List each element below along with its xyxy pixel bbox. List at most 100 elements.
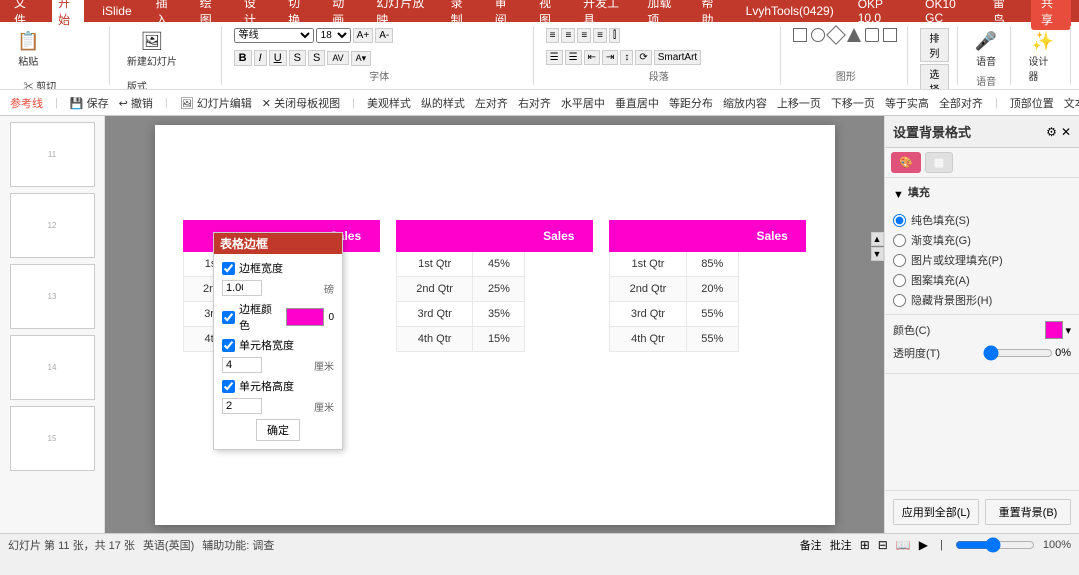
fill-hide-radio[interactable] — [893, 294, 906, 307]
fill-solid-option[interactable]: 纯色填充(S) — [893, 212, 1071, 228]
shape-square[interactable] — [883, 28, 897, 42]
save-btn[interactable]: 💾 保存 — [66, 94, 113, 112]
color-swatch[interactable] — [1045, 321, 1063, 339]
fill-tab-btn[interactable]: 🎨 — [891, 152, 921, 173]
distribute-btn[interactable]: 等距分布 — [665, 94, 717, 112]
char-spacing-button[interactable]: AV — [327, 51, 348, 65]
texture-tab-btn[interactable]: ▦ — [925, 152, 953, 173]
border-width-checkbox[interactable] — [222, 262, 235, 275]
shape-diamond[interactable] — [826, 25, 846, 45]
equal-height-btn[interactable]: 等于实高 — [881, 94, 933, 112]
cell-width-input[interactable] — [222, 357, 262, 373]
zoom-slider[interactable] — [955, 537, 1035, 553]
close-master-btn[interactable]: ✕ 关闭母板视图 — [258, 94, 344, 112]
cell-height-input[interactable] — [222, 398, 262, 414]
fill-hide-option[interactable]: 隐藏背景图形(H) — [893, 292, 1071, 308]
font-color-button[interactable]: A▾ — [351, 51, 372, 66]
align-center-button[interactable]: ≡ — [561, 28, 575, 43]
slide-edit-btn[interactable]: 🖼 幻灯片编辑 — [176, 94, 256, 112]
move-down-btn[interactable]: 下移一页 — [827, 94, 879, 112]
slide-thumb-2[interactable]: 12 — [10, 193, 95, 258]
align-right-button[interactable]: ≡ — [577, 28, 591, 43]
line-spacing-button[interactable]: ↕ — [620, 50, 633, 65]
slide-sorter-btn[interactable]: ⊟ — [878, 538, 888, 552]
transparency-slider[interactable] — [983, 345, 1053, 361]
center-h-btn[interactable]: 水平居中 — [557, 94, 609, 112]
menu-ok10gc[interactable]: OK10 GC — [919, 0, 975, 27]
fill-picture-option[interactable]: 图片或纹理填充(P) — [893, 252, 1071, 268]
normal-view-btn[interactable]: ⊞ — [860, 538, 870, 552]
slide-thumb-1[interactable]: 11 — [10, 122, 95, 187]
bold-button[interactable]: B — [234, 50, 252, 66]
reading-view-btn[interactable]: 📖 — [896, 538, 911, 552]
textbox-btn[interactable]: 文本框 — [1060, 94, 1079, 112]
reference-line-btn[interactable]: 参考线 — [6, 94, 47, 112]
dictation-button[interactable]: 🎤 语音 — [970, 28, 1002, 71]
menu-lvyhtools[interactable]: LvyhTools(0429) — [740, 2, 840, 20]
italic-button[interactable]: I — [254, 50, 267, 66]
scale-btn[interactable]: 缩放内容 — [719, 94, 771, 112]
scroll-up-btn[interactable]: ▲ — [871, 232, 884, 246]
menu-okp[interactable]: OKP 10.0 — [852, 0, 907, 27]
slide-thumb-5[interactable]: 15 — [10, 406, 95, 471]
fill-gradient-option[interactable]: 渐变填充(G) — [893, 232, 1071, 248]
menu-islide[interactable]: iSlide — [96, 2, 137, 20]
font-family-select[interactable]: 等线 — [234, 28, 314, 43]
font-size-select[interactable]: 18 — [316, 28, 351, 43]
shape-rect[interactable] — [793, 28, 807, 42]
number-list-button[interactable]: ☰ — [565, 50, 582, 65]
fill-picture-radio[interactable] — [893, 254, 906, 267]
fill-collapse-icon[interactable]: ▼ — [893, 189, 904, 201]
notes-btn[interactable]: 备注 — [800, 537, 822, 553]
designer-button[interactable]: ✨ 设计器 — [1023, 28, 1062, 86]
select-button[interactable]: 选择 — [920, 64, 949, 90]
border-color-swatch[interactable] — [286, 308, 325, 326]
apply-all-button[interactable]: 应用到全部(L) — [893, 499, 979, 525]
move-up-btn[interactable]: 上移一页 — [773, 94, 825, 112]
fill-pattern-radio[interactable] — [893, 274, 906, 287]
strikethrough-button[interactable]: S — [289, 50, 306, 66]
align-all-btn[interactable]: 全部对齐 — [935, 94, 987, 112]
slideshow-btn[interactable]: ▶ — [919, 538, 928, 552]
new-slide-button[interactable]: 🖼 新建幻灯片 — [122, 28, 182, 71]
smart-art-button[interactable]: SmartArt — [654, 50, 701, 65]
justify-button[interactable]: ≡ — [593, 28, 607, 43]
slide-thumb-3[interactable]: 13 — [10, 264, 95, 329]
decrease-indent-button[interactable]: ⇤ — [584, 50, 600, 65]
fill-gradient-radio[interactable] — [893, 234, 906, 247]
undo-btn[interactable]: ↩ 撤销 — [115, 94, 157, 112]
shape-rounded-rect[interactable] — [865, 28, 879, 42]
paste-button[interactable]: 📋 粘贴 — [12, 28, 44, 71]
cell-width-checkbox[interactable] — [222, 339, 235, 352]
beautify-btn[interactable]: 美观样式 — [363, 94, 415, 112]
color-dropdown-btn[interactable]: ▾ — [1065, 324, 1071, 337]
right-panel-settings-btn[interactable]: ⚙ — [1046, 125, 1057, 139]
columns-button[interactable]: ⫿ — [609, 28, 620, 43]
fill-pattern-option[interactable]: 图案填充(A) — [893, 272, 1071, 288]
right-panel-close-btn[interactable]: ✕ — [1061, 125, 1071, 139]
align-left-toolbar-btn[interactable]: 左对齐 — [471, 94, 512, 112]
cut-button[interactable]: ✂ 剪切 — [12, 75, 67, 90]
border-color-checkbox[interactable] — [222, 311, 235, 324]
fill-solid-radio[interactable] — [893, 214, 906, 227]
underline-button[interactable]: U — [269, 50, 287, 66]
layout-button[interactable]: 版式 — [122, 75, 152, 90]
align-right-toolbar-btn[interactable]: 右对齐 — [514, 94, 555, 112]
reset-background-button[interactable]: 重置背景(B) — [985, 499, 1071, 525]
bullet-list-button[interactable]: ☰ — [546, 50, 563, 65]
confirm-button[interactable]: 确定 — [256, 419, 300, 441]
slide-thumb-4[interactable]: 14 — [10, 335, 95, 400]
scroll-down-btn[interactable]: ▼ — [871, 247, 884, 261]
border-width-input[interactable] — [222, 280, 262, 296]
align-left-button[interactable]: ≡ — [546, 28, 560, 43]
arrange-button[interactable]: 排列 — [920, 28, 949, 62]
vertical-style-btn[interactable]: 纵的样式 — [417, 94, 469, 112]
increase-indent-button[interactable]: ⇥ — [602, 50, 618, 65]
shape-circle[interactable] — [811, 28, 825, 42]
top-position-btn[interactable]: 顶部位置 — [1006, 94, 1058, 112]
font-size-decrease[interactable]: A- — [375, 28, 393, 43]
center-v-btn[interactable]: 垂直居中 — [611, 94, 663, 112]
comments-btn[interactable]: 批注 — [830, 537, 852, 553]
text-direction-button[interactable]: ⟳ — [635, 50, 651, 65]
cell-height-checkbox[interactable] — [222, 380, 235, 393]
